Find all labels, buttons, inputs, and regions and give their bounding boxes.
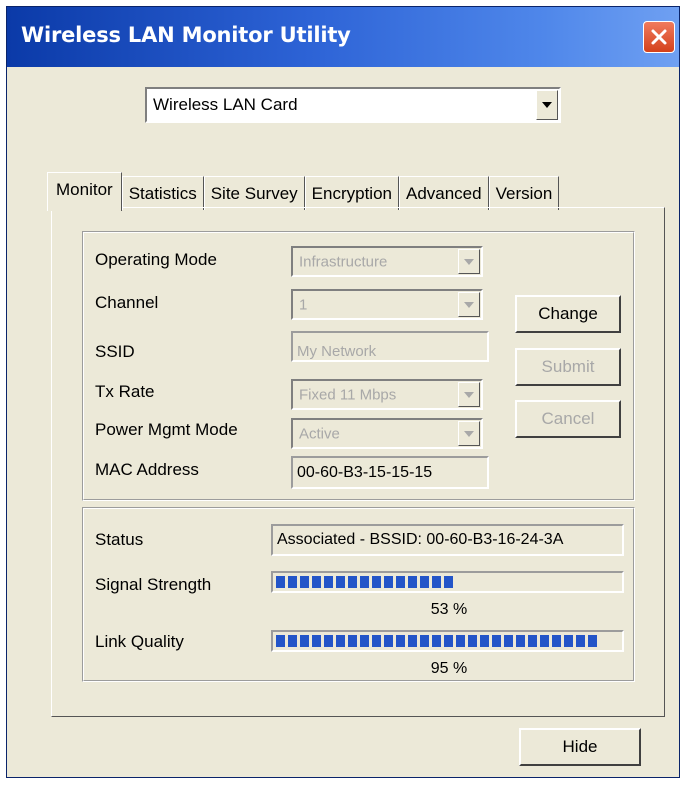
ssid-field[interactable]: My Network xyxy=(291,331,489,362)
cancel-button[interactable]: Cancel xyxy=(515,400,621,438)
tab-version[interactable]: Version xyxy=(488,176,560,210)
tx-rate-dropdown-button[interactable] xyxy=(458,382,480,407)
link-quality-percent: 95 % xyxy=(430,660,468,677)
operating-mode-value: Infrastructure xyxy=(299,253,388,270)
link-quality-bar-fill xyxy=(276,635,600,647)
submit-button[interactable]: Submit xyxy=(515,348,621,386)
tab-statistics[interactable]: Statistics xyxy=(121,176,204,210)
power-mgmt-value: Active xyxy=(299,425,340,442)
tab-encryption[interactable]: Encryption xyxy=(304,176,399,210)
power-mgmt-select[interactable]: Active xyxy=(291,418,483,449)
tx-rate-select[interactable]: Fixed 11 Mbps xyxy=(291,379,483,410)
signal-strength-bar-fill xyxy=(276,576,456,588)
status-group: Status Associated - BSSID: 00-60-B3-16-2… xyxy=(82,507,635,682)
power-mgmt-label: Power Mgmt Mode xyxy=(95,420,238,439)
power-mgmt-dropdown-button[interactable] xyxy=(458,421,480,446)
mac-address-field: 00-60-B3-15-15-15 xyxy=(291,456,489,489)
close-icon xyxy=(651,29,667,45)
chevron-down-icon xyxy=(464,301,474,308)
mac-address-label: MAC Address xyxy=(95,460,199,479)
window-title: Wireless LAN Monitor Utility xyxy=(21,23,351,47)
adapter-select-value: Wireless LAN Card xyxy=(153,95,298,114)
ssid-label: SSID xyxy=(95,342,135,361)
link-quality-meter xyxy=(271,630,624,652)
hide-button[interactable]: Hide xyxy=(519,728,641,766)
channel-dropdown-button[interactable] xyxy=(458,292,480,317)
status-value: Associated - BSSID: 00-60-B3-16-24-3A xyxy=(277,531,564,548)
operating-mode-label: Operating Mode xyxy=(95,250,217,269)
title-bar[interactable]: Wireless LAN Monitor Utility xyxy=(7,7,679,67)
close-button[interactable] xyxy=(643,21,675,53)
tab-site-survey[interactable]: Site Survey xyxy=(203,176,305,210)
tx-rate-value: Fixed 11 Mbps xyxy=(299,386,397,403)
monitor-window: Wireless LAN Monitor Utility Wireless LA… xyxy=(6,6,680,778)
adapter-select[interactable]: Wireless LAN Card xyxy=(145,87,561,123)
signal-strength-percent: 53 % xyxy=(430,601,468,618)
ssid-value: My Network xyxy=(297,343,377,360)
tx-rate-label: Tx Rate xyxy=(95,382,155,401)
adapter-dropdown-button[interactable] xyxy=(536,90,558,120)
status-field: Associated - BSSID: 00-60-B3-16-24-3A xyxy=(271,524,624,556)
channel-value: 1 xyxy=(299,296,308,313)
operating-mode-select[interactable]: Infrastructure xyxy=(291,246,483,277)
channel-select[interactable]: 1 xyxy=(291,289,483,320)
chevron-down-icon xyxy=(464,391,474,398)
chevron-down-icon xyxy=(464,258,474,265)
channel-label: Channel xyxy=(95,293,159,312)
mac-address-value: 00-60-B3-15-15-15 xyxy=(297,463,433,481)
tab-advanced[interactable]: Advanced xyxy=(398,176,489,210)
change-button[interactable]: Change xyxy=(515,295,621,333)
configuration-group: Operating Mode Infrastructure Channel 1 … xyxy=(82,231,635,501)
tab-strip: Monitor Statistics Site Survey Encryptio… xyxy=(47,172,560,211)
operating-mode-dropdown-button[interactable] xyxy=(458,249,480,274)
link-quality-label: Link Quality xyxy=(95,632,184,651)
tab-monitor[interactable]: Monitor xyxy=(47,172,122,211)
signal-strength-label: Signal Strength xyxy=(95,575,212,594)
signal-strength-meter xyxy=(271,571,624,593)
monitor-tab-panel: Operating Mode Infrastructure Channel 1 … xyxy=(51,207,665,717)
chevron-down-icon xyxy=(542,102,552,108)
chevron-down-icon xyxy=(464,430,474,437)
status-label: Status xyxy=(95,530,144,549)
